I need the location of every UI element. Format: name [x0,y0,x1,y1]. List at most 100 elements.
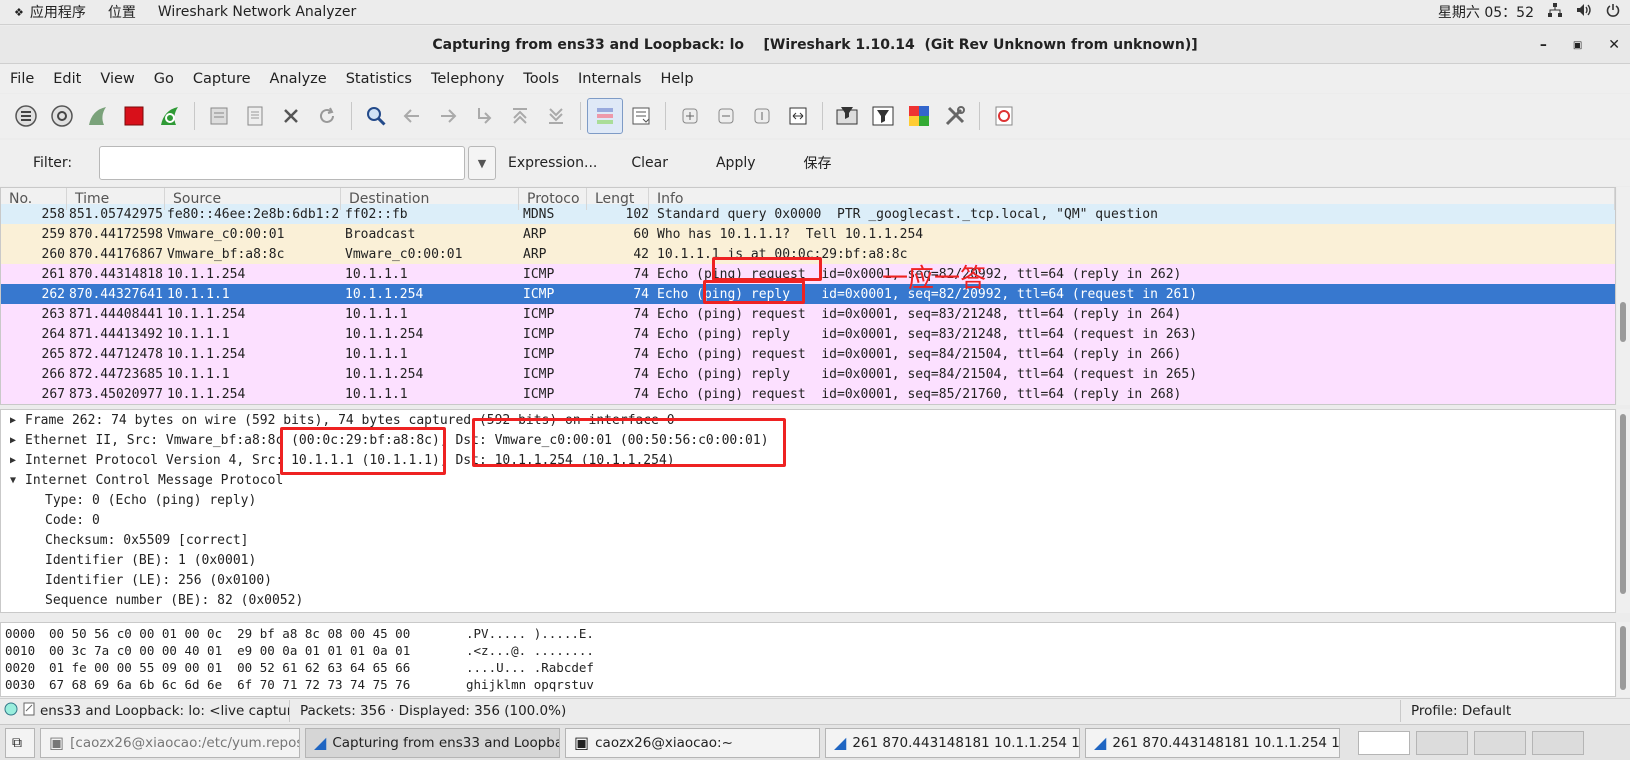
show-desktop-button[interactable]: ⧉ [5,727,35,758]
normal-size-icon[interactable] [744,98,780,134]
packet-row[interactable]: 267 873.450209772 10.1.1.254 10.1.1.1 ICMP 74… [1,384,1615,404]
taskbar-item-packet-window[interactable]: ◢ 261 870.443148181 10.1.1.254 1… [825,727,1080,758]
expand-arrow-icon[interactable]: ▶ [1,455,25,466]
menu-analyze[interactable]: Analyze [260,71,336,87]
reload-icon[interactable] [309,98,345,134]
icmp-field[interactable]: Checksum: 0x5509 [correct] [1,530,1615,550]
filter-bar: Filter: ▼ Expression... Clear Apply 保存 [0,140,1630,186]
taskbar-item-wireshark[interactable]: ◢ Capturing from ens33 and Loopbac… [305,727,560,758]
volume-icon[interactable] [1576,3,1592,21]
packet-row[interactable]: 264 871.444134920 10.1.1.1 10.1.1.254 ICMP 74… [1,324,1615,344]
profile-selector[interactable]: Profile: Default [1400,700,1630,722]
packet-row[interactable]: 262 870.443276412 10.1.1.1 10.1.1.254 ICMP 74… [1,284,1615,304]
icmp-field[interactable]: Identifier (LE): 256 (0x0100) [1,570,1615,590]
active-window-menu[interactable]: Wireshark Network Analyzer [150,0,364,25]
help-icon[interactable] [986,98,1022,134]
menu-statistics[interactable]: Statistics [336,71,421,87]
last-packet-icon[interactable] [538,98,574,134]
packet-row[interactable]: 263 871.444084415 10.1.1.254 10.1.1.1 ICMP 74… [1,304,1615,324]
scrollbar-thumb[interactable] [1620,414,1626,594]
first-packet-icon[interactable] [502,98,538,134]
colorize-icon[interactable] [587,98,623,134]
interfaces-icon[interactable] [8,98,44,134]
packet-time: 870.443148181 [69,266,163,282]
places-menu[interactable]: 位置 [100,0,144,25]
packet-bytes-pane[interactable]: 0000 00 50 56 c0 00 01 00 0c 29 bf a8 8c … [0,622,1616,697]
open-file-icon[interactable] [201,98,237,134]
stop-capture-icon[interactable] [116,98,152,134]
display-filters-icon[interactable] [865,98,901,134]
expand-arrow-icon[interactable]: ▶ [1,435,25,446]
scrollbar-thumb[interactable] [1620,302,1626,342]
filter-history-dropdown[interactable]: ▼ [468,146,496,180]
capture-filters-icon[interactable] [829,98,865,134]
icmp-field[interactable]: Type: 0 (Echo (ping) reply) [1,490,1615,510]
save-button[interactable]: 保存 [786,146,850,180]
restart-capture-icon[interactable] [152,98,188,134]
hex-scrollbar[interactable] [1617,622,1630,697]
details-scrollbar[interactable] [1617,409,1630,613]
packet-row[interactable]: 258 851.057429755 fe80::46ee:2e8b:6db1:2 ff… [1,204,1615,224]
packet-row[interactable]: 259 870.441725985 Vmware_c0:00:01 Broadcast… [1,224,1615,244]
coloring-rules-icon[interactable] [901,98,937,134]
taskbar-item-terminal-home[interactable]: ▣ caozx26@xiaocao:~ [565,727,820,758]
clock[interactable]: 星期六 05：52 [1438,2,1534,22]
packet-row[interactable]: 266 872.447236856 10.1.1.1 10.1.1.254 ICMP 74… [1,364,1615,384]
close-file-icon[interactable] [273,98,309,134]
menu-go[interactable]: Go [144,71,183,87]
menu-capture[interactable]: Capture [183,71,260,87]
collapse-arrow-icon[interactable]: ▼ [1,475,25,486]
detail-row-ip[interactable]: ▶ Internet Protocol Version 4, Src: 10.1.… [1,450,1615,470]
menu-file[interactable]: File [0,71,43,87]
packet-details-pane[interactable]: ▶ Frame 262: 74 bytes on wire (592 bits),… [0,409,1616,613]
detail-row-icmp[interactable]: ▼ Internet Control Message Protocol [1,470,1615,490]
scrollbar-thumb[interactable] [1620,626,1626,690]
capture-file-icon[interactable] [22,702,36,720]
taskbar-item-terminal-yum[interactable]: ▣ [caozx26@xiaocao:/etc/yum.repos.d] [40,727,300,758]
icmp-field[interactable]: Sequence number (BE): 82 (0x0052) [1,590,1615,610]
options-icon[interactable] [44,98,80,134]
expert-info-icon[interactable] [4,702,18,720]
minimize-icon[interactable]: – [1540,37,1547,53]
go-to-packet-icon[interactable] [466,98,502,134]
find-icon[interactable] [358,98,394,134]
packet-list[interactable]: No. Time Source Destination Protoco Leng… [0,187,1616,405]
workspace-1[interactable] [1358,730,1410,755]
close-icon[interactable]: ✕ [1608,37,1620,53]
preferences-icon[interactable] [937,98,973,134]
zoom-out-icon[interactable] [708,98,744,134]
network-icon[interactable] [1548,3,1562,21]
start-capture-icon[interactable] [80,98,116,134]
icmp-field[interactable]: Identifier (BE): 1 (0x0001) [1,550,1615,570]
display-filter-input[interactable] [99,146,465,180]
detail-row-frame[interactable]: ▶ Frame 262: 74 bytes on wire (592 bits),… [1,410,1615,430]
expression-button[interactable]: Expression... [504,146,601,180]
menu-telephony[interactable]: Telephony [421,71,513,87]
clear-button[interactable]: Clear [613,146,686,180]
power-icon[interactable] [1606,3,1620,21]
menu-edit[interactable]: Edit [43,71,90,87]
packet-row[interactable]: 265 872.447124786 10.1.1.254 10.1.1.1 ICMP 74… [1,344,1615,364]
apps-menu[interactable]: ❖ 应用程序 [6,0,94,25]
resize-columns-icon[interactable] [780,98,816,134]
go-back-icon[interactable] [394,98,430,134]
packet-list-scrollbar[interactable] [1617,187,1630,405]
menu-view[interactable]: View [90,71,143,87]
icmp-field[interactable]: Code: 0 [1,510,1615,530]
save-file-icon[interactable] [237,98,273,134]
zoom-in-icon[interactable] [672,98,708,134]
workspace-2[interactable] [1416,730,1468,755]
workspace-4[interactable] [1532,730,1584,755]
menu-internals[interactable]: Internals [568,71,650,87]
menu-tools[interactable]: Tools [513,71,568,87]
autoscroll-icon[interactable] [623,98,659,134]
detail-row-ethernet[interactable]: ▶ Ethernet II, Src: Vmware_bf:a8:8c (00:0… [1,430,1615,450]
menu-help[interactable]: Help [650,71,702,87]
go-forward-icon[interactable] [430,98,466,134]
workspace-3[interactable] [1474,730,1526,755]
packet-destination: 10.1.1.254 [345,286,424,302]
apply-button[interactable]: Apply [698,146,774,180]
taskbar-item-packet-window[interactable]: ◢ 261 870.443148181 10.1.1.254 1… [1085,727,1340,758]
expand-arrow-icon[interactable]: ▶ [1,415,25,426]
maximize-icon[interactable]: ▣ [1573,40,1582,51]
